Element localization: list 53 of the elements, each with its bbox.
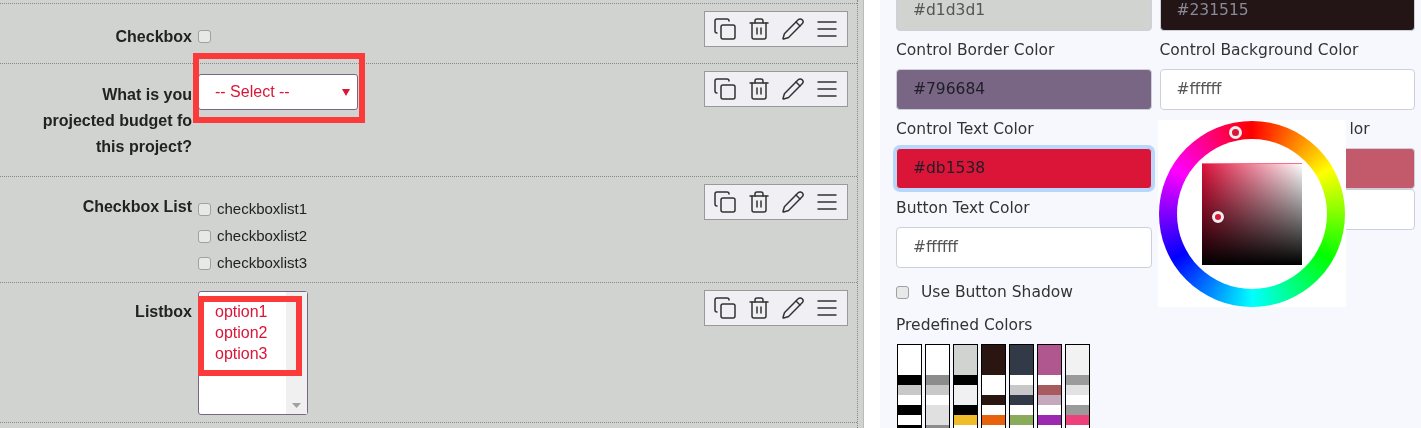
- color-input[interactable]: #231515: [1159, 0, 1415, 31]
- list-option[interactable]: option2: [215, 322, 286, 343]
- color-swatch[interactable]: [981, 343, 1006, 428]
- color-input[interactable]: #796684: [896, 69, 1152, 110]
- color-input[interactable]: #ffffff: [896, 227, 1152, 268]
- list-option[interactable]: option3: [215, 343, 286, 364]
- color-swatch[interactable]: [1037, 343, 1062, 428]
- color-picker-dialog[interactable]: [1158, 120, 1346, 307]
- list-option[interactable]: option1: [215, 301, 286, 322]
- saturation-square[interactable]: [1202, 162, 1302, 265]
- field-label: Checkbox: [114, 27, 192, 47]
- checkbox[interactable]: [198, 230, 211, 243]
- checkbox[interactable]: [198, 257, 211, 270]
- trash-icon[interactable]: [747, 17, 771, 41]
- color-swatch[interactable]: [953, 343, 978, 428]
- color-swatch[interactable]: [897, 343, 922, 428]
- picker-handle[interactable]: [1212, 210, 1224, 223]
- field-label: Control Background Color: [1159, 40, 1360, 61]
- pencil-icon[interactable]: [781, 17, 805, 41]
- checkbox[interactable]: [198, 203, 211, 216]
- color-swatch[interactable]: [925, 343, 950, 428]
- field-label: Button Text Color: [896, 198, 1031, 219]
- checkbox-label: checkboxlist2: [217, 226, 308, 247]
- trash-icon[interactable]: [747, 190, 771, 214]
- field-label: Checkbox List: [81, 197, 192, 217]
- field-label: Control Text Color: [896, 119, 1035, 140]
- field-label: Control Border Color: [896, 40, 1056, 61]
- field-label: What is you projected budget fo this project?: [41, 85, 192, 157]
- checkbox-label: checkboxlist1: [217, 199, 308, 220]
- color-input[interactable]: #db1538: [896, 148, 1152, 189]
- color-input[interactable]: #ffffff: [1159, 69, 1415, 110]
- select-dropdown[interactable]: -- Select --: [198, 74, 358, 110]
- copy-icon[interactable]: [713, 190, 737, 214]
- copy-icon[interactable]: [713, 17, 737, 41]
- caret-icon: [342, 88, 350, 96]
- hue-handle[interactable]: [1229, 125, 1242, 139]
- copy-icon[interactable]: [713, 296, 737, 320]
- trash-icon[interactable]: [747, 77, 771, 101]
- field-label: Listbox: [134, 302, 192, 322]
- color-swatch[interactable]: [1009, 343, 1034, 428]
- section-label: Predefined Colors: [896, 315, 1034, 337]
- checkbox[interactable]: [896, 286, 909, 300]
- trash-icon[interactable]: [747, 296, 771, 320]
- color-input[interactable]: #d1d3d1: [896, 0, 1152, 31]
- checkbox[interactable]: [198, 30, 211, 43]
- pencil-icon[interactable]: [781, 190, 805, 214]
- pencil-icon[interactable]: [781, 77, 805, 101]
- copy-icon[interactable]: [713, 77, 737, 101]
- checkbox-label: checkboxlist3: [217, 253, 308, 274]
- color-swatch[interactable]: [1065, 343, 1090, 428]
- checkbox-label: Use Button Shadow: [921, 282, 1073, 303]
- field-label: lor: [1349, 119, 1370, 140]
- pencil-icon[interactable]: [781, 296, 805, 320]
